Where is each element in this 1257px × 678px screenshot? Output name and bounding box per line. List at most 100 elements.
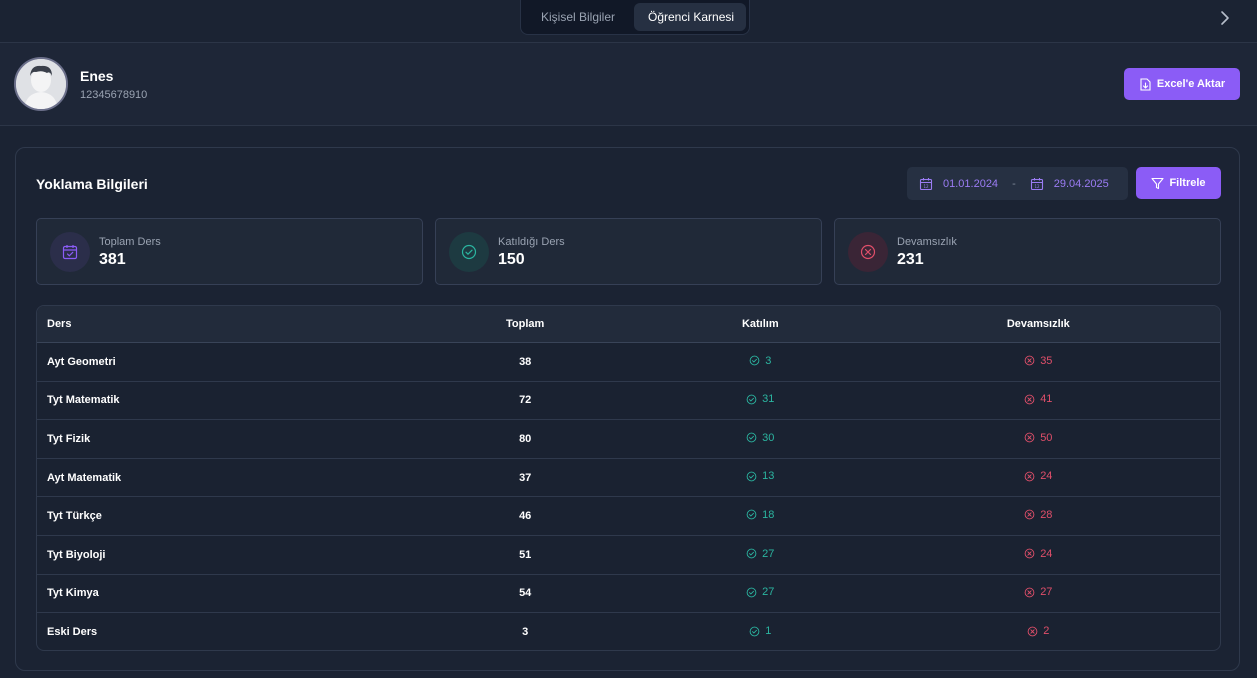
tab-student-report[interactable]: Öğrenci Karnesi — [634, 3, 746, 31]
avatar — [14, 57, 68, 111]
cell-toplam: 51 — [519, 548, 532, 561]
cell-ders: Tyt Biyoloji — [47, 548, 106, 561]
stat-value: 150 — [498, 251, 525, 268]
column-header-ders[interactable]: Ders — [37, 318, 386, 330]
cell-toplam: 46 — [519, 510, 532, 523]
table-row: Ayt Matematik 37 13 24 — [37, 459, 1220, 498]
absent-pill: 24 — [1024, 470, 1052, 482]
check-circle-icon — [746, 548, 757, 559]
stat-value: 381 — [99, 251, 126, 268]
absent-count: 41 — [1040, 393, 1053, 406]
cell-devamsizlik: 27 — [857, 586, 1220, 601]
table-row: Tyt Matematik 72 31 41 — [37, 382, 1220, 421]
calendar-icon: 12 — [1030, 177, 1043, 190]
cell-devamsizlik: 28 — [857, 509, 1220, 524]
stat-attended-lessons: Katıldığı Ders 150 — [435, 218, 822, 285]
absent-count: 24 — [1040, 470, 1053, 483]
table-row: Tyt Biyoloji 51 27 24 — [37, 536, 1220, 575]
check-circle-icon — [749, 355, 760, 366]
table-row: Ayt Geometri 38 3 35 — [37, 343, 1220, 382]
top-bar: Kişisel Bilgiler Öğrenci Karnesi — [0, 0, 1257, 43]
check-circle-icon — [746, 471, 757, 482]
attended-count: 3 — [765, 354, 772, 367]
calendar-check-icon — [50, 232, 90, 272]
cell-ders: Ayt Matematik — [47, 471, 122, 484]
cell-devamsizlik: 24 — [857, 470, 1220, 485]
stat-total-lessons: Toplam Ders 381 — [36, 218, 423, 285]
cell-devamsizlik: 35 — [857, 355, 1220, 370]
absent-pill: 41 — [1024, 393, 1052, 405]
attended-count: 13 — [762, 470, 775, 483]
cell-devamsizlik: 50 — [857, 432, 1220, 447]
absent-count: 50 — [1040, 431, 1053, 444]
absent-count: 24 — [1040, 547, 1053, 560]
column-header-katilim[interactable]: Katılım — [664, 318, 857, 330]
filter-label: Filtrele — [1169, 177, 1206, 189]
absent-pill: 50 — [1024, 432, 1052, 444]
absent-count: 35 — [1040, 354, 1053, 367]
date-separator: - — [1012, 177, 1016, 190]
x-circle-icon — [1024, 394, 1035, 404]
cell-toplam: 37 — [519, 471, 532, 484]
x-circle-icon — [1024, 548, 1035, 559]
cell-ders: Eski Ders — [47, 626, 98, 639]
cell-devamsizlik: 24 — [857, 548, 1220, 563]
x-circle-icon — [848, 232, 888, 272]
profile-name: Enes — [80, 68, 114, 84]
tab-personal-info[interactable]: Kişisel Bilgiler — [524, 3, 632, 31]
check-circle-icon — [449, 232, 489, 272]
cell-toplam: 38 — [519, 355, 532, 368]
attendance-title: Yoklama Bilgileri — [36, 176, 148, 192]
check-circle-icon — [746, 432, 757, 443]
cell-devamsizlik: 41 — [857, 393, 1220, 408]
x-circle-icon — [1027, 626, 1038, 637]
table-body: Ayt Geometri 38 3 35 Tyt Matematik 72 31 41 Tyt … — [37, 343, 1220, 650]
filter-button[interactable]: Filtrele — [1136, 167, 1221, 199]
attended-pill: 1 — [749, 625, 771, 637]
svg-text:12: 12 — [1034, 184, 1040, 189]
cell-toplam: 54 — [519, 587, 532, 600]
absent-pill: 35 — [1024, 355, 1052, 367]
filter-icon — [1151, 177, 1165, 189]
absent-pill: 28 — [1024, 509, 1052, 521]
attended-count: 30 — [762, 431, 775, 444]
absent-count: 28 — [1040, 508, 1053, 521]
absent-count: 27 — [1040, 586, 1053, 599]
cell-devamsizlik: 2 — [857, 625, 1220, 640]
absent-pill: 2 — [1027, 625, 1049, 637]
table-row: Tyt Türkçe 46 18 28 — [37, 497, 1220, 536]
x-circle-icon — [1024, 510, 1035, 520]
attended-count: 1 — [765, 625, 772, 638]
stat-label: Devamsızlık — [897, 236, 957, 248]
export-excel-label: Excel'e Aktar — [1156, 78, 1226, 90]
attended-pill: 13 — [746, 470, 774, 482]
date-range-picker[interactable]: 12 01.01.2024 - 12 29.04.2025 — [907, 167, 1128, 200]
tab-group: Kişisel Bilgiler Öğrenci Karnesi — [520, 0, 750, 35]
column-header-devamsizlik[interactable]: Devamsızlık — [857, 318, 1220, 330]
cell-ders: Ayt Geometri — [47, 355, 116, 368]
absent-pill: 27 — [1024, 586, 1052, 598]
chevron-right-icon[interactable] — [1217, 9, 1233, 27]
date-end[interactable]: 29.04.2025 — [1054, 178, 1109, 190]
x-circle-icon — [1024, 355, 1035, 366]
cell-toplam: 80 — [519, 432, 532, 445]
check-circle-icon — [749, 626, 760, 637]
profile-id-number: 12345678910 — [80, 89, 148, 101]
x-circle-icon — [1024, 432, 1035, 443]
profile-header: Enes 12345678910 Excel'e Aktar — [0, 43, 1257, 126]
absent-count: 2 — [1043, 625, 1050, 638]
date-start[interactable]: 01.01.2024 — [943, 178, 998, 190]
cell-katilim: 3 — [664, 355, 857, 370]
check-circle-icon — [746, 394, 757, 404]
stat-value: 231 — [897, 251, 924, 268]
attended-pill: 31 — [746, 393, 774, 405]
stat-label: Katıldığı Ders — [498, 236, 565, 248]
cell-katilim: 30 — [664, 432, 857, 447]
x-circle-icon — [1024, 471, 1035, 482]
export-excel-button[interactable]: Excel'e Aktar — [1124, 68, 1240, 100]
attended-count: 27 — [762, 586, 775, 599]
attended-pill: 27 — [746, 586, 774, 598]
table-header: Ders Toplam Katılım Devamsızlık — [37, 306, 1220, 343]
attended-pill: 18 — [746, 509, 774, 521]
column-header-toplam[interactable]: Toplam — [386, 318, 664, 330]
